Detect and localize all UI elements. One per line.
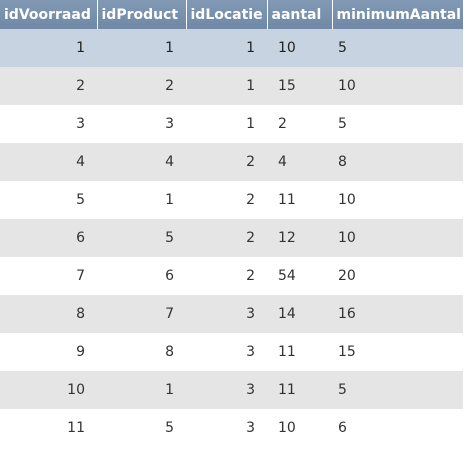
cell-aantal[interactable]: 14 (267, 295, 332, 333)
cell-idproduct[interactable]: 3 (97, 105, 186, 143)
cell-aantal[interactable]: 2 (267, 105, 332, 143)
column-header-idproduct[interactable]: idProduct (97, 0, 187, 29)
cell-idproduct[interactable]: 2 (97, 67, 186, 105)
table-row[interactable]: 7 6 2 54 20 (0, 257, 463, 295)
cell-idvoorraad[interactable]: 8 (0, 295, 97, 333)
cell-idlocatie[interactable]: 2 (186, 219, 267, 257)
results-table: idVoorraad idProduct idLocatie aantal mi… (0, 0, 463, 447)
cell-idproduct[interactable]: 1 (97, 371, 186, 409)
cell-idlocatie[interactable]: 3 (186, 409, 267, 447)
results-table-container: idVoorraad idProduct idLocatie aantal mi… (0, 0, 463, 447)
table-row[interactable]: 5 1 2 11 10 (0, 181, 463, 219)
cell-idproduct[interactable]: 4 (97, 143, 186, 181)
cell-idvoorraad[interactable]: 4 (0, 143, 97, 181)
table-row[interactable]: 1 1 1 10 5 (0, 29, 463, 67)
cell-idvoorraad[interactable]: 6 (0, 219, 97, 257)
table-row[interactable]: 33125 (0, 105, 463, 143)
cell-aantal[interactable]: 15 (267, 67, 332, 105)
cell-idvoorraad[interactable]: 3 (0, 105, 97, 143)
cell-idproduct[interactable]: 6 (97, 257, 186, 295)
cell-minimumaantal[interactable]: 5 (332, 29, 463, 67)
cell-idvoorraad[interactable]: 2 (0, 67, 97, 105)
cell-minimumaantal[interactable]: 6 (332, 409, 463, 447)
cell-minimumaantal[interactable]: 15 (332, 333, 463, 371)
cell-idvoorraad[interactable]: 11 (0, 409, 97, 447)
cell-idproduct[interactable]: 1 (97, 29, 186, 67)
cell-idlocatie[interactable]: 3 (186, 333, 267, 371)
cell-idlocatie[interactable]: 2 (186, 143, 267, 181)
cell-aantal[interactable]: 11 (267, 333, 332, 371)
cell-idvoorraad[interactable]: 5 (0, 181, 97, 219)
table-row[interactable]: 2 2 1 15 10 (0, 67, 463, 105)
cell-minimumaantal[interactable]: 5 (332, 371, 463, 409)
cell-aantal[interactable]: 12 (267, 219, 332, 257)
cell-aantal[interactable]: 11 (267, 181, 332, 219)
cell-idlocatie[interactable]: 1 (186, 29, 267, 67)
cell-minimumaantal[interactable]: 5 (332, 105, 463, 143)
table-row[interactable]: 9 8 3 11 15 (0, 333, 463, 371)
cell-minimumaantal[interactable]: 16 (332, 295, 463, 333)
cell-minimumaantal[interactable]: 20 (332, 257, 463, 295)
cell-idlocatie[interactable]: 3 (186, 371, 267, 409)
cell-idlocatie[interactable]: 3 (186, 295, 267, 333)
cell-idproduct[interactable]: 7 (97, 295, 186, 333)
table-row[interactable]: 8 7 3 14 16 (0, 295, 463, 333)
column-header-idvoorraad[interactable]: idVoorraad (0, 0, 98, 29)
cell-aantal[interactable]: 4 (267, 143, 332, 181)
cell-aantal[interactable]: 54 (267, 257, 332, 295)
column-header-aantal[interactable]: aantal (267, 0, 333, 29)
cell-idlocatie[interactable]: 1 (186, 67, 267, 105)
cell-idproduct[interactable]: 5 (97, 409, 186, 447)
cell-idproduct[interactable]: 1 (97, 181, 186, 219)
cell-idvoorraad[interactable]: 7 (0, 257, 97, 295)
cell-idvoorraad[interactable]: 9 (0, 333, 97, 371)
column-header-idlocatie[interactable]: idLocatie (186, 0, 268, 29)
column-header-minimumaantal[interactable]: minimumAantal (332, 0, 463, 29)
cell-aantal[interactable]: 11 (267, 371, 332, 409)
cell-idlocatie[interactable]: 1 (186, 105, 267, 143)
table-row[interactable]: 11 5 3 10 6 (0, 409, 463, 447)
cell-idvoorraad[interactable]: 10 (0, 371, 97, 409)
cell-idvoorraad[interactable]: 1 (0, 29, 97, 67)
cell-minimumaantal[interactable]: 10 (332, 181, 463, 219)
table-row[interactable]: 6 5 2 12 10 (0, 219, 463, 257)
table-row[interactable]: 10 1 3 11 5 (0, 371, 463, 409)
cell-minimumaantal[interactable]: 10 (332, 67, 463, 105)
cell-minimumaantal[interactable]: 10 (332, 219, 463, 257)
cell-aantal[interactable]: 10 (267, 409, 332, 447)
cell-aantal[interactable]: 10 (267, 29, 332, 67)
table-row[interactable]: 44248 (0, 143, 463, 181)
table-header-row: idVoorraad idProduct idLocatie aantal mi… (0, 0, 463, 29)
cell-idlocatie[interactable]: 2 (186, 257, 267, 295)
cell-idlocatie[interactable]: 2 (186, 181, 267, 219)
cell-idproduct[interactable]: 5 (97, 219, 186, 257)
cell-minimumaantal[interactable]: 8 (332, 143, 463, 181)
cell-idproduct[interactable]: 8 (97, 333, 186, 371)
